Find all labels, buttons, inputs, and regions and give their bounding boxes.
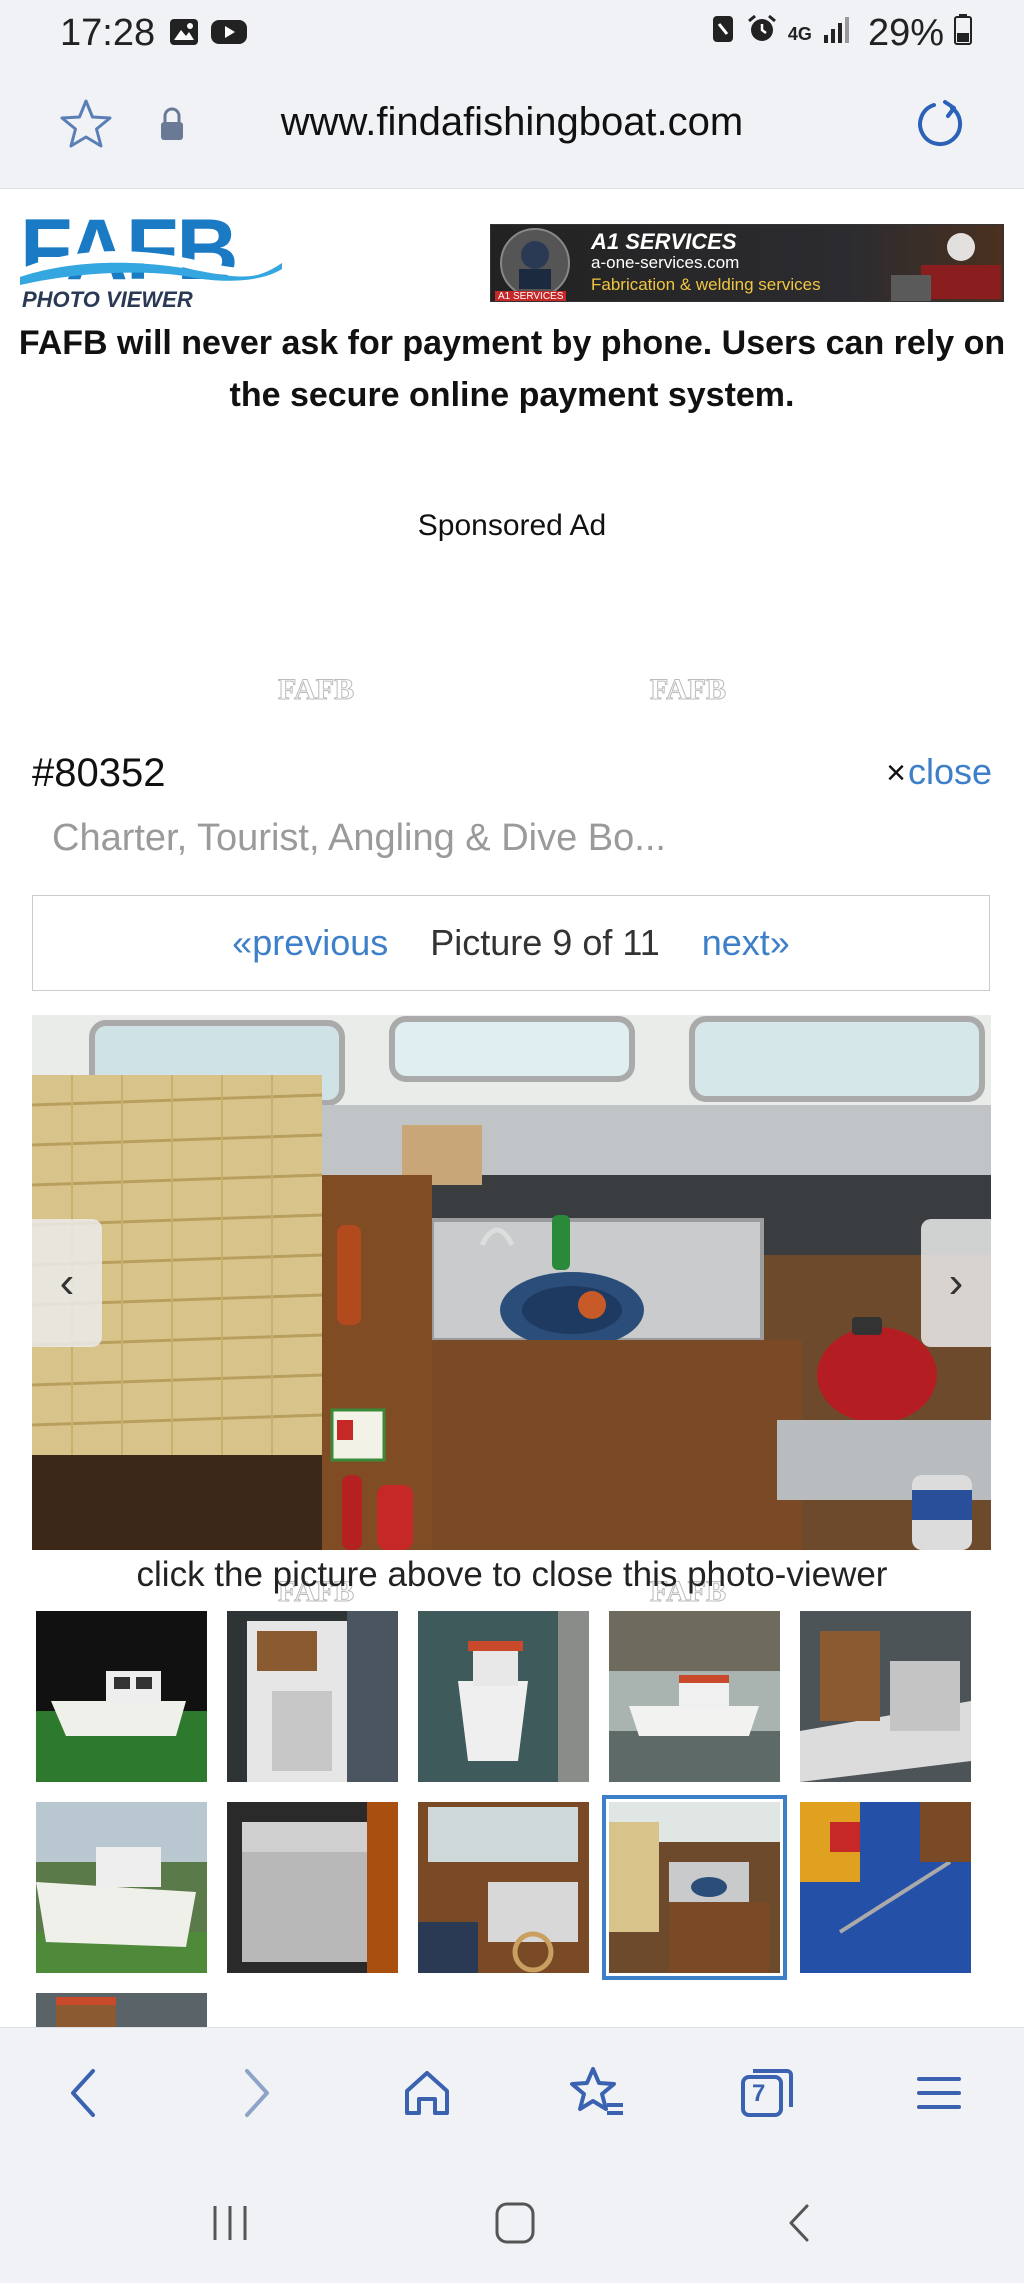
back-chevron-icon (789, 2204, 809, 2242)
thumbnail-1[interactable] (36, 1611, 207, 1782)
thumbnail-7[interactable] (227, 1802, 398, 1973)
banner-brand-tag: A1 SERVICES (495, 291, 567, 301)
banner-title: A1 SERVICES (591, 229, 737, 254)
home-circle-icon (495, 2202, 535, 2244)
system-back-button[interactable] (770, 2193, 830, 2253)
system-home-button[interactable] (484, 2193, 544, 2253)
status-right: 4G 29% (710, 12, 972, 55)
alarm-icon (746, 12, 778, 55)
thumbnail-3[interactable] (418, 1611, 589, 1782)
tabs-button[interactable]: 7 (732, 2058, 802, 2128)
watermark: FAFB (649, 673, 727, 707)
web-page: FAFB PHOTO VIEWER A1 SERVICES a-one-serv… (0, 189, 1024, 2027)
main-photo[interactable] (32, 1015, 991, 1550)
thumbnail-11[interactable] (36, 1993, 207, 2027)
status-bar: 17:28 4G 29% (0, 0, 1024, 66)
status-left-icons (168, 16, 248, 53)
home-button[interactable] (392, 2058, 462, 2128)
youtube-icon (210, 16, 248, 53)
picture-pager: «previous Picture 9 of 11 next» (32, 895, 990, 991)
thumbnail-9-selected[interactable] (602, 1795, 787, 1980)
site-logo[interactable]: FAFB PHOTO VIEWER (20, 207, 282, 315)
tabs-icon (741, 2069, 793, 2117)
gallery-icon (168, 16, 200, 53)
forward-button[interactable] (222, 2058, 292, 2128)
nfc-icon (710, 12, 736, 55)
photo-caption: click the picture above to close this ph… (136, 1555, 888, 1594)
close-button[interactable]: ×close (886, 751, 992, 793)
sponsored-label: Sponsored Ad (417, 509, 607, 542)
bookmarks-star-icon (570, 2067, 623, 2115)
address-bar: www.findafishingboat.com (0, 66, 1024, 189)
photo-prev-arrow[interactable]: ‹ (32, 1219, 102, 1347)
banner-description: Fabrication & welding services (591, 275, 821, 294)
back-button[interactable] (48, 2058, 118, 2128)
next-link[interactable]: next» (702, 922, 790, 964)
thumbnail-4[interactable] (609, 1611, 780, 1782)
thumbnail-2[interactable] (227, 1611, 398, 1782)
picture-counter: Picture 9 of 11 (430, 922, 660, 963)
thumbnail-5[interactable] (800, 1611, 971, 1782)
thumbnail-6[interactable] (36, 1802, 207, 1973)
payment-notice: FAFB will never ask for payment by phone… (18, 324, 1006, 414)
close-icon: × (886, 754, 906, 792)
data-arrows-icon: 4G (787, 23, 812, 44)
chevron-right-icon: › (948, 1258, 964, 1307)
reload-icon[interactable] (912, 96, 968, 157)
battery-percent: 29% (867, 12, 944, 54)
listing-title: Charter, Tourist, Angling & Dive Bo... (52, 817, 666, 859)
tab-count: 7 (752, 2080, 766, 2107)
previous-link[interactable]: «previous (232, 922, 388, 964)
thumbnail-10[interactable] (800, 1802, 971, 1973)
browser-bottom-toolbar: 7 (0, 2027, 1024, 2158)
logo-subtitle: PHOTO VIEWER (22, 287, 193, 312)
hamburger-menu-icon (917, 2077, 961, 2109)
galley-photo (32, 1015, 991, 1550)
home-icon (405, 2071, 449, 2115)
system-navigation-bar (0, 2157, 1024, 2283)
banner-url: a-one-services.com (591, 253, 740, 272)
status-time: 17:28 (60, 12, 156, 54)
logo-swoosh-icon (20, 251, 282, 285)
chevron-left-icon: ‹ (59, 1258, 75, 1307)
watermark: FAFB (277, 673, 355, 707)
chevron-right-icon (245, 2069, 269, 2117)
bookmarks-button[interactable] (562, 2058, 632, 2128)
battery-icon (954, 12, 972, 55)
menu-button[interactable] (904, 2058, 974, 2128)
url-field[interactable]: www.findafishingboat.com (0, 100, 1024, 145)
recent-apps-button[interactable] (200, 2193, 260, 2253)
chevron-left-icon (71, 2069, 95, 2117)
close-label: close (907, 751, 992, 792)
listing-id: #80352 (32, 751, 166, 795)
photo-next-arrow[interactable]: › (921, 1219, 991, 1347)
recent-apps-icon (213, 2206, 247, 2240)
signal-icon (822, 12, 852, 55)
banner-ad[interactable]: A1 SERVICES a-one-services.com Fabricati… (490, 224, 1004, 302)
thumbnail-8[interactable] (418, 1802, 589, 1973)
